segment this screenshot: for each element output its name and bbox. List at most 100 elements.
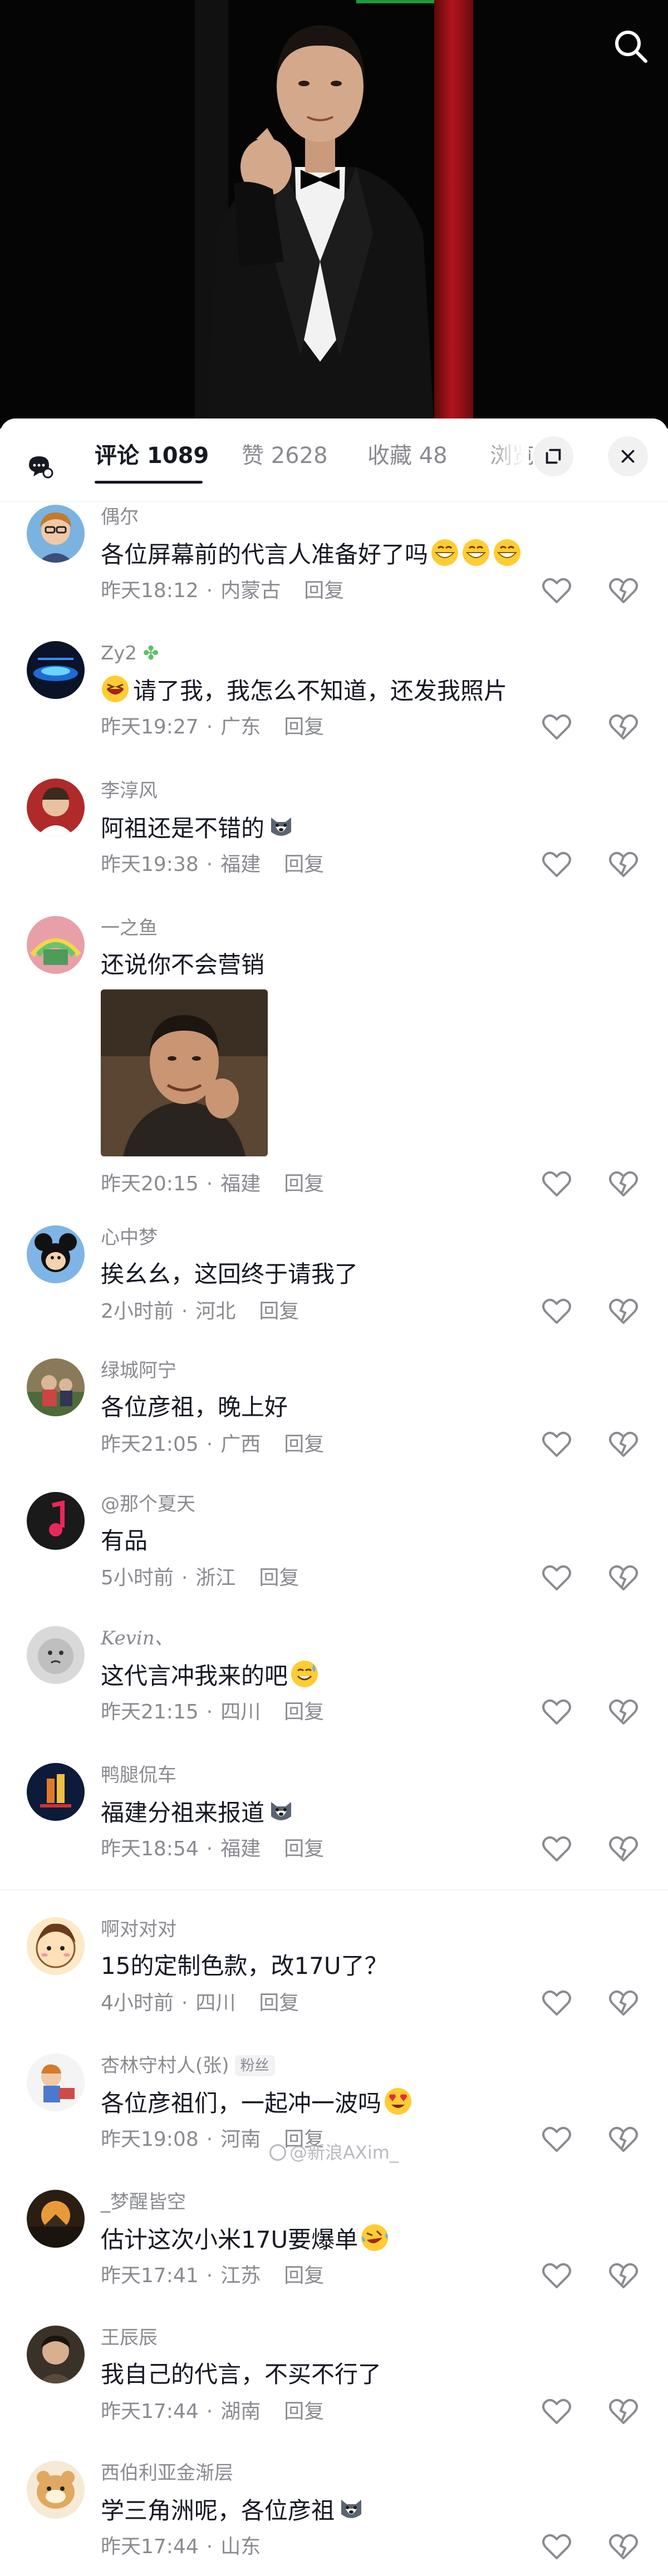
reply-button[interactable]: 回复	[284, 1173, 324, 1195]
comment-username[interactable]: _梦醒皆空	[101, 2190, 186, 2214]
comment-location: 江苏	[220, 2264, 261, 2287]
broken-heart-icon[interactable]	[606, 1427, 641, 1462]
comment-text-content: 这代言冲我来的吧	[101, 1662, 288, 1690]
reply-button[interactable]: 回复	[284, 1701, 324, 1723]
avatar[interactable]	[27, 1763, 85, 1821]
comment-meta: 昨天17:44 · 山东	[101, 2535, 261, 2558]
comment-item: 李淳风 阿祖还是不错的 昨天19:38 · 福建 回复	[0, 779, 668, 898]
comment-username-text: 杏林守村人(张)	[101, 2055, 229, 2077]
avatar[interactable]	[27, 916, 85, 974]
reply-button[interactable]: 回复	[284, 2400, 324, 2423]
search-icon[interactable]	[611, 27, 650, 66]
heart-icon[interactable]	[539, 2529, 574, 2565]
broken-heart-icon[interactable]	[606, 573, 641, 609]
comment-username[interactable]: 心中梦	[101, 1225, 158, 1250]
comment-item: Zy2 ✤ 请了我，我怎么不知道，还发我照片 昨天19:27 · 广东 回复	[0, 641, 668, 761]
close-icon	[621, 450, 635, 463]
comment-username[interactable]: @那个夏天	[101, 1492, 195, 1516]
heart-icon[interactable]	[539, 1831, 574, 1867]
avatar[interactable]	[27, 2190, 85, 2248]
avatar[interactable]	[27, 1225, 85, 1283]
reply-button[interactable]: 回复	[304, 579, 344, 602]
heart-icon[interactable]	[539, 2122, 574, 2158]
heart-icon[interactable]	[539, 2394, 574, 2430]
tab-likes[interactable]: 赞 2628	[242, 442, 328, 470]
comment-item: 啊对对对 15的定制色款，改17U了？ 4小时前 · 四川 回复	[0, 1917, 668, 2037]
heart-icon[interactable]	[539, 1986, 574, 2021]
reply-button[interactable]: 回复	[284, 2264, 324, 2287]
comment-username[interactable]: 王辰辰	[101, 2326, 158, 2350]
reply-button[interactable]: 回复	[284, 716, 324, 738]
avatar[interactable]	[27, 779, 85, 836]
broken-heart-icon[interactable]	[606, 1560, 641, 1596]
video-player[interactable]	[0, 0, 668, 428]
avatar[interactable]	[27, 1626, 85, 1684]
reply-button[interactable]: 回复	[284, 1433, 324, 1456]
heart-icon[interactable]	[539, 1427, 574, 1462]
heart-icon[interactable]	[539, 1166, 574, 1202]
husky-emoji	[267, 812, 296, 841]
reply-button[interactable]: 回复	[259, 1992, 299, 2014]
comment-meta: 昨天20:15 · 福建 回复	[101, 1173, 325, 1195]
reply-button[interactable]: 回复	[284, 1838, 324, 1860]
broken-heart-icon[interactable]	[606, 1166, 641, 1202]
comment-username[interactable]: 偶尔	[101, 505, 139, 529]
comment-time: 2小时前	[101, 1300, 174, 1323]
reply-button[interactable]: 回复	[259, 1300, 299, 1323]
broken-heart-icon[interactable]	[606, 1831, 641, 1867]
tab-comments[interactable]: 评论 1089	[95, 442, 209, 470]
broken-heart-icon[interactable]	[606, 2529, 641, 2565]
avatar[interactable]	[27, 1358, 85, 1416]
avatar[interactable]	[27, 2326, 85, 2383]
comment-username[interactable]: 绿城阿宁	[101, 1358, 176, 1383]
avatar[interactable]	[27, 1917, 85, 1975]
avatar[interactable]	[27, 1492, 85, 1550]
broken-heart-icon[interactable]	[606, 1986, 641, 2021]
tab-scroll-fade	[484, 435, 529, 480]
comment-username[interactable]: Kevin、	[101, 1626, 174, 1651]
comment-username[interactable]: 西伯利亚金渐层	[101, 2461, 233, 2485]
comment-meta: 2小时前 · 河北 回复	[101, 1300, 299, 1323]
broken-heart-icon[interactable]	[606, 710, 641, 745]
avatar[interactable]	[27, 2053, 85, 2111]
watermark-text: @新浪AXim_	[289, 2142, 399, 2163]
comment-username[interactable]: 鸭腿侃车	[101, 1763, 176, 1787]
heart-eyes-emoji	[384, 2087, 412, 2116]
broken-heart-icon[interactable]	[606, 847, 641, 883]
broken-heart-icon[interactable]	[606, 2258, 641, 2294]
comment-text: 请了我，我怎么不知道，还发我照片	[101, 674, 507, 707]
comment-time: 4小时前	[101, 1992, 174, 2014]
avatar[interactable]	[27, 641, 85, 699]
comment-username[interactable]: 一之鱼	[101, 916, 158, 940]
broken-heart-icon[interactable]	[606, 1294, 641, 1329]
heart-icon[interactable]	[539, 710, 574, 745]
comment-image[interactable]	[101, 989, 268, 1156]
broken-heart-icon[interactable]	[606, 1695, 641, 1730]
tab-comments-label: 评论	[95, 443, 139, 469]
reply-button[interactable]: 回复	[284, 853, 324, 876]
heart-icon[interactable]	[539, 847, 574, 883]
heart-icon[interactable]	[539, 1294, 574, 1329]
comment-item: 绿城阿宁 各位彦祖，晚上好 昨天21:05 · 广西 回复	[0, 1358, 668, 1478]
comment-meta: 4小时前 · 四川 回复	[101, 1992, 299, 2014]
reply-button[interactable]: 回复	[259, 1567, 299, 1589]
heart-icon[interactable]	[539, 2258, 574, 2294]
avatar[interactable]	[27, 2461, 85, 2519]
broken-heart-icon[interactable]	[606, 2122, 641, 2158]
comment-username[interactable]: Zy2 ✤	[101, 641, 159, 666]
heart-icon[interactable]	[539, 1560, 574, 1596]
comment-username[interactable]: 李淳风	[101, 779, 158, 803]
broken-heart-icon[interactable]	[606, 2394, 641, 2430]
section-divider	[0, 1889, 668, 1890]
tab-comments-count: 1089	[146, 443, 209, 469]
red-curtain	[434, 0, 473, 428]
avatar[interactable]	[27, 505, 85, 563]
heart-icon[interactable]	[539, 1695, 574, 1730]
tab-favorites[interactable]: 收藏 48	[367, 442, 448, 470]
close-button[interactable]	[608, 436, 648, 476]
heart-icon[interactable]	[539, 573, 574, 609]
husky-emoji	[267, 1796, 296, 1825]
expand-button[interactable]	[533, 436, 573, 476]
comment-username[interactable]: 杏林守村人(张) 粉丝	[101, 2053, 275, 2078]
comment-username[interactable]: 啊对对对	[101, 1917, 176, 1942]
